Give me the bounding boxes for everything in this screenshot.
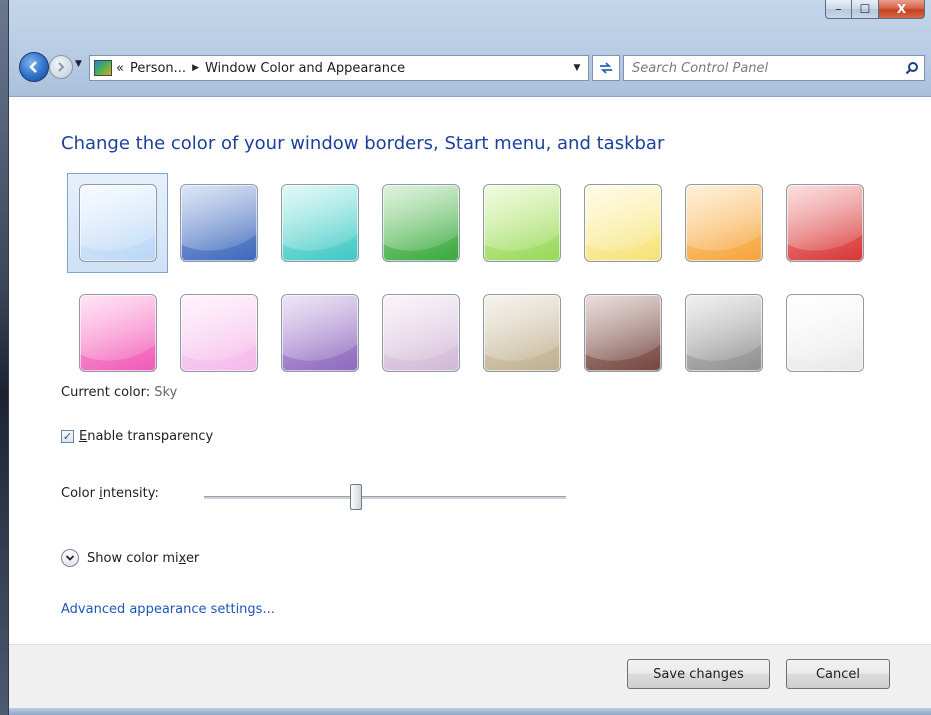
close-icon: X (896, 2, 907, 16)
show-color-mixer-label: Show color mixer (87, 550, 200, 566)
swatch-tile (482, 184, 561, 262)
page-title: Change the color of your window borders,… (61, 133, 665, 154)
maximize-icon: ☐ (859, 2, 871, 16)
swatch-tile (583, 294, 662, 372)
color-swatch-leaf[interactable] (370, 173, 471, 273)
swatch-tile (280, 184, 359, 262)
color-swatch-grid (67, 173, 907, 383)
refresh-icon (600, 62, 612, 74)
color-intensity-slider-thumb[interactable] (350, 484, 363, 510)
breadcrumb-separator-icon[interactable]: ▶ (192, 63, 199, 73)
color-swatch-chocolate[interactable] (572, 283, 673, 383)
show-color-mixer-toggle[interactable]: Show color mixer (61, 549, 199, 567)
save-changes-button[interactable]: Save changes (627, 659, 770, 689)
color-intensity-track[interactable] (204, 496, 566, 500)
search-icon[interactable] (900, 57, 924, 79)
color-swatch-sky[interactable] (67, 173, 168, 273)
back-button[interactable] (19, 52, 49, 82)
forward-button[interactable] (49, 55, 73, 79)
swatch-tile (179, 184, 258, 262)
chevron-down-icon: ▼ (573, 63, 581, 73)
swatch-tile (684, 184, 763, 262)
swatch-tile (78, 294, 157, 372)
breadcrumb-item-current[interactable]: Window Color and Appearance (205, 61, 405, 76)
control-panel-window: – ☐ X ▼ « Person... ▶ Window Color and A… (8, 0, 931, 715)
back-arrow-icon (29, 61, 37, 73)
advanced-appearance-settings-link[interactable]: Advanced appearance settings... (61, 602, 275, 617)
window-bottom-border (9, 708, 931, 715)
color-swatch-sea[interactable] (269, 173, 370, 273)
current-color-label: Current color: (61, 385, 151, 400)
swatch-tile (684, 294, 763, 372)
enable-transparency-checkbox[interactable]: ✓ (61, 430, 74, 443)
enable-transparency-option[interactable]: ✓ Enable transparency (61, 429, 213, 444)
color-intensity-label: Color intensity: (61, 486, 159, 501)
swatch-tile (482, 294, 561, 372)
main-content: Change the color of your window borders,… (9, 96, 931, 644)
current-color-value: Sky (154, 385, 178, 400)
breadcrumb-overflow[interactable]: « (116, 61, 124, 76)
maximize-button[interactable]: ☐ (852, 0, 879, 19)
color-swatch-lavender[interactable] (370, 283, 471, 383)
color-swatch-lime[interactable] (471, 173, 572, 273)
swatch-tile (179, 294, 258, 372)
checkmark-icon: ✓ (62, 430, 73, 443)
color-swatch-twilight[interactable] (168, 173, 269, 273)
breadcrumb: « Person... ▶ Window Color and Appearanc… (116, 61, 405, 76)
breadcrumb-item-personalization[interactable]: Person... (130, 61, 186, 76)
swatch-tile (78, 184, 157, 262)
chevron-down-icon: ▼ (75, 59, 82, 69)
color-swatch-frost[interactable] (774, 283, 875, 383)
cancel-button[interactable]: Cancel (786, 659, 890, 689)
expand-chevron-icon[interactable] (61, 549, 79, 567)
address-bar[interactable]: « Person... ▶ Window Color and Appearanc… (89, 55, 589, 81)
minimize-button[interactable]: – (825, 0, 852, 19)
color-swatch-taupe[interactable] (471, 283, 572, 383)
color-swatch-ruby[interactable] (774, 173, 875, 273)
swatch-tile (381, 184, 460, 262)
forward-arrow-icon (58, 62, 65, 72)
address-dropdown-button[interactable]: ▼ (566, 56, 588, 80)
search-input[interactable] (624, 57, 900, 79)
color-swatch-pumpkin[interactable] (673, 173, 774, 273)
swatch-tile (381, 294, 460, 372)
navigation-bar: ▼ « Person... ▶ Window Color and Appeara… (9, 50, 931, 86)
search-box (623, 55, 925, 81)
close-button[interactable]: X (879, 0, 925, 19)
color-swatch-fuchsia[interactable] (67, 283, 168, 383)
color-swatch-blush[interactable] (168, 283, 269, 383)
swatch-tile (785, 294, 864, 372)
swatch-tile (785, 184, 864, 262)
window-controls: – ☐ X (825, 0, 925, 19)
refresh-button[interactable] (592, 55, 620, 81)
minimize-icon: – (835, 2, 842, 16)
swatch-tile (280, 294, 359, 372)
recent-pages-dropdown[interactable]: ▼ (75, 59, 82, 69)
dialog-footer: Save changes Cancel (9, 644, 931, 708)
color-swatch-sun[interactable] (572, 173, 673, 273)
color-swatch-slate[interactable] (673, 283, 774, 383)
current-color-text: Current color: Sky (61, 385, 177, 400)
color-swatch-violet[interactable] (269, 283, 370, 383)
enable-transparency-label: Enable transparency (79, 429, 214, 444)
swatch-tile (583, 184, 662, 262)
control-panel-icon (94, 60, 112, 76)
